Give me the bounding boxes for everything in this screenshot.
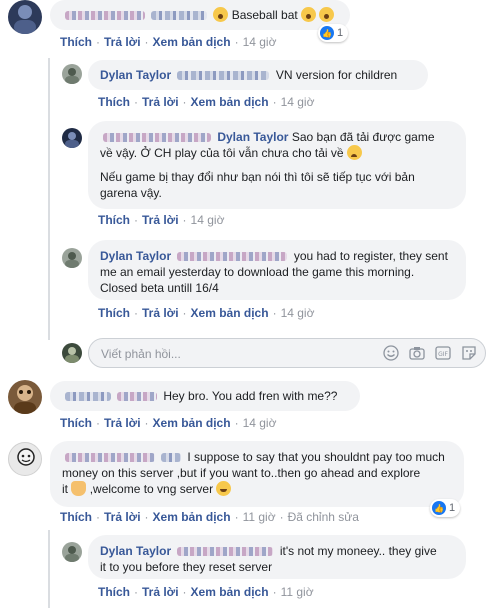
like-link[interactable]: Thích bbox=[60, 416, 92, 430]
like-link[interactable]: Thích bbox=[60, 35, 92, 49]
translate-link[interactable]: Xem bản dịch bbox=[191, 95, 269, 109]
reply-text: VN version for children bbox=[275, 68, 398, 82]
sticker-icon[interactable] bbox=[461, 345, 477, 361]
avatar[interactable] bbox=[62, 248, 82, 268]
timestamp[interactable]: 14 giờ bbox=[281, 95, 315, 109]
translate-link[interactable]: Xem bản dịch bbox=[153, 510, 231, 524]
reply-bubble: Dylan Taylor Sao bạn đã tải được game về… bbox=[88, 121, 466, 209]
author-name[interactable]: Dylan Taylor bbox=[100, 68, 171, 82]
reply-link[interactable]: Trả lời bbox=[104, 35, 141, 49]
wow-emoji bbox=[213, 7, 229, 22]
comment-bubble: Baseball bat bbox=[50, 0, 350, 30]
avatar bbox=[62, 343, 82, 363]
translate-link[interactable]: Xem bản dịch bbox=[191, 306, 269, 320]
blurred-author-name[interactable] bbox=[65, 11, 145, 21]
comment-bubble: I suppose to say that you shouldnt pay t… bbox=[50, 441, 464, 507]
reply-actions: Thích · Trả lời · Xem bản dịch · 11 giờ bbox=[98, 585, 314, 599]
translate-link[interactable]: Xem bản dịch bbox=[153, 416, 231, 430]
edited-label[interactable]: Đã chỉnh sửa bbox=[288, 510, 359, 524]
author-name[interactable]: Dylan Taylor bbox=[100, 544, 171, 558]
reply-actions: Thích · Trả lời · Xem bản dịch · 14 giờ bbox=[98, 306, 315, 320]
timestamp[interactable]: 11 giờ bbox=[281, 585, 314, 599]
comment-text: Baseball bat bbox=[231, 8, 298, 22]
author-name[interactable]: Dylan Taylor bbox=[100, 249, 171, 263]
like-link[interactable]: Thích bbox=[60, 510, 92, 524]
reaction-count[interactable]: 👍 1 bbox=[430, 499, 461, 517]
avatar[interactable] bbox=[8, 442, 42, 476]
like-icon: 👍 bbox=[320, 26, 334, 40]
gif-icon[interactable]: GIF bbox=[435, 345, 451, 361]
avatar[interactable] bbox=[62, 542, 82, 562]
like-link[interactable]: Thích bbox=[98, 306, 130, 320]
reply-bubble: Dylan Taylor it's not my moneey.. they g… bbox=[88, 535, 466, 579]
reply-thread-line bbox=[48, 58, 50, 340]
reply-actions: Thích · Trả lời · Xem bản dịch · 14 giờ bbox=[98, 95, 315, 109]
avatar[interactable] bbox=[62, 128, 82, 148]
emoji-icon[interactable] bbox=[383, 345, 399, 361]
grin-emoji bbox=[216, 481, 232, 496]
reaction-count[interactable]: 👍 1 bbox=[318, 24, 349, 42]
like-link[interactable]: Thích bbox=[98, 95, 130, 109]
comment-bubble: Hey bro. You add fren with me?? bbox=[50, 381, 360, 411]
wow-emoji bbox=[319, 7, 335, 22]
reply-actions: Thích · Trả lời · 14 giờ bbox=[98, 213, 225, 227]
translate-link[interactable]: Xem bản dịch bbox=[191, 585, 269, 599]
like-link[interactable]: Thích bbox=[98, 585, 130, 599]
comment-actions: Thích · Trả lời · Xem bản dịch · 14 giờ bbox=[60, 416, 277, 430]
avatar[interactable] bbox=[8, 0, 42, 34]
sad-emoji bbox=[346, 145, 362, 160]
timestamp[interactable]: 14 giờ bbox=[243, 35, 277, 49]
wow-emoji bbox=[301, 7, 317, 22]
reply-input[interactable]: Viết phản hồi... GIF bbox=[88, 338, 486, 368]
reply-link[interactable]: Trả lời bbox=[104, 510, 141, 524]
comment-actions: Thích · Trả lời · Xem bản dịch · 11 giờ · Đã chỉ… bbox=[60, 510, 359, 524]
comment-actions: Thích · Trả lời · Xem bản dịch · 14 giờ bbox=[60, 35, 277, 49]
blurred-author-name[interactable] bbox=[65, 392, 111, 402]
blurred-author-name[interactable] bbox=[103, 133, 211, 143]
reply-link[interactable]: Trả lời bbox=[142, 95, 179, 109]
avatar[interactable] bbox=[8, 380, 42, 414]
hand-emoji bbox=[71, 481, 87, 496]
reply-bubble: Dylan Taylor you had to register, they s… bbox=[88, 240, 466, 300]
timestamp[interactable]: 11 giờ bbox=[243, 510, 276, 524]
reply-bubble: Dylan Taylor VN version for children bbox=[88, 60, 428, 90]
reply-placeholder: Viết phản hồi... bbox=[101, 347, 181, 361]
like-icon: 👍 bbox=[432, 501, 446, 515]
comment-text: Hey bro. You add fren with me?? bbox=[163, 389, 338, 403]
translate-link[interactable]: Xem bản dịch bbox=[153, 35, 231, 49]
camera-icon[interactable] bbox=[409, 345, 425, 361]
timestamp[interactable]: 14 giờ bbox=[281, 306, 315, 320]
reply-paragraph: Nếu game bị thay đổi như bạn nói thì tôi… bbox=[100, 170, 415, 200]
reply-link[interactable]: Trả lời bbox=[142, 306, 179, 320]
timestamp[interactable]: 14 giờ bbox=[191, 213, 225, 227]
reply-link[interactable]: Trả lời bbox=[104, 416, 141, 430]
like-link[interactable]: Thích bbox=[98, 213, 130, 227]
avatar[interactable] bbox=[62, 64, 82, 84]
blurred-author-name[interactable] bbox=[65, 453, 155, 463]
reply-link[interactable]: Trả lời bbox=[142, 585, 179, 599]
tagged-name[interactable]: Dylan Taylor bbox=[217, 130, 288, 144]
reply-link[interactable]: Trả lời bbox=[142, 213, 179, 227]
svg-text:GIF: GIF bbox=[438, 351, 448, 358]
reply-thread-line-2 bbox=[48, 530, 50, 608]
timestamp[interactable]: 14 giờ bbox=[243, 416, 277, 430]
